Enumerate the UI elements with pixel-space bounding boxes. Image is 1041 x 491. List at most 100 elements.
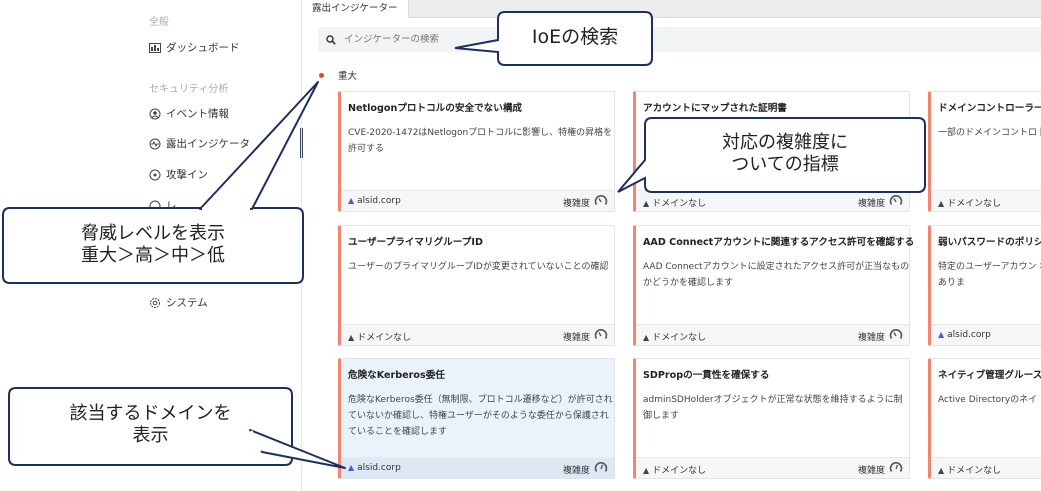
sidebar-item-label: レ	[166, 200, 177, 212]
sidebar-item-label: イベント情報	[166, 108, 229, 120]
card-description: CVE-2020-1472はNetlogonプロトコルに影響し、特権の昇格を許可…	[348, 128, 613, 154]
indicator-card[interactable]: 危険なKerberos委任危険なKerberos委任（無制限、プロトコル遷移など…	[338, 358, 615, 479]
tab-ioe[interactable]: 露出インジケーター	[302, 0, 409, 18]
sidebar-item-label: 露出インジケータ	[166, 138, 250, 150]
sidebar-item-label: ダッシュボード	[166, 42, 240, 54]
card-domain: ▲ ドメインなし	[938, 463, 1001, 476]
card-domain-label: ドメインなし	[652, 199, 707, 209]
search-box[interactable]	[318, 27, 1041, 52]
card-footer: ▲ ドメインなし 複雑度	[636, 190, 909, 211]
indicator-card[interactable]: ユーザープライマリグループID ユーザーのプライマリグループIDが変更されていない…	[338, 225, 615, 346]
card-complexity-label: 複雑度	[562, 199, 590, 209]
card-description: adminSDHolderオブジェクトが正常な状態を維持するように制御します	[643, 395, 903, 421]
callout-domain-line1: 該当するドメインを	[69, 403, 232, 424]
domain-triangle-icon: ▲	[643, 466, 650, 475]
domain-triangle-icon: ▲	[348, 333, 355, 342]
card-domain-label: ドメインなし	[947, 199, 1002, 209]
pulse-icon	[149, 138, 161, 150]
card-domain-label: ドメインなし	[357, 333, 412, 343]
sidebar-item-label: 攻撃イン	[166, 169, 208, 181]
domain-triangle-icon: ▲	[938, 330, 945, 339]
domain-triangle-icon: ▲	[348, 196, 355, 205]
sidebar-item-dashboard[interactable]: ダッシュボード	[149, 40, 240, 55]
card-footer: ▲ ドメインなし	[931, 457, 1041, 478]
card-footer: ▲ alsid.corp 複雑度	[341, 190, 614, 211]
tab-bar: 露出インジケーター	[302, 0, 1041, 18]
sidebar-item-system[interactable]: システム	[149, 295, 208, 310]
indicator-card[interactable]: ネイティブ管理グルース Active Directoryのネイ ト ▲ ドメインなし	[928, 358, 1041, 479]
dashboard-icon	[149, 42, 161, 54]
indicator-card[interactable]: SDPropの一貫性を確保する adminSDHolderオブジェクトが正常な状態…	[633, 358, 910, 479]
target-icon	[149, 169, 161, 181]
card-description: 危険なKerberos委任（無制限、プロトコル遷移など）が許可されていないか確認…	[348, 395, 613, 437]
sidebar-item-fourth[interactable]: レ	[149, 198, 177, 213]
app-root: 全般 ダッシュボード セキュリティ分析 イベント情報 露出インジケータ 攻撃イン	[0, 0, 1041, 491]
complexity-gauge-icon	[594, 195, 608, 205]
card-title: ドメインコントローラー	[938, 103, 1041, 114]
card-description: AAD Connectアカウントに設定されたアクセス許可が正当なものかどうかを確…	[643, 262, 910, 288]
card-description: Active Directoryのネイ ト	[938, 395, 1041, 405]
callout-threat-text: 脅威レベルを表示 重大＞高＞中＞低	[3, 223, 303, 267]
domain-triangle-icon: ▲	[938, 466, 945, 475]
sidebar-section-general: 全般	[149, 17, 169, 28]
card-domain: ▲ ドメインなし	[348, 330, 411, 343]
card-title: Netlogonプロトコルの安全でない構成	[348, 103, 523, 114]
callout-search-text: IoEの検索	[531, 26, 619, 48]
card-complexity-label: 複雑度	[857, 333, 885, 343]
card-footer: ▲ ドメインなし 複雑度	[636, 324, 909, 345]
card-description: 特定のユーザーアカウン ポリシーは、十分に強 つながる可能性がありま	[938, 262, 1041, 288]
card-domain: ▲ alsid.corp	[348, 463, 401, 473]
card-title: 危険なKerberos委任	[348, 370, 445, 381]
complexity-gauge-icon	[594, 329, 608, 339]
indicator-card[interactable]: 弱いパスワードのポリシ特定のユーザーアカウン ポリシーは、十分に強 つながる可能…	[928, 225, 1041, 346]
indicator-card[interactable]: Netlogonプロトコルの安全でない構成 CVE-2020-1472はNetlo…	[338, 91, 615, 212]
callout-complexity-text: 対応の複雑度に ついての指標	[645, 132, 925, 176]
topology-icon	[149, 200, 161, 212]
complexity-gauge-icon	[889, 329, 903, 339]
callout-complexity-line1: 対応の複雑度に	[722, 132, 848, 153]
card-domain-label: ドメインなし	[947, 466, 1002, 476]
card-domain: ▲ ドメインなし	[938, 196, 1001, 209]
search-icon	[326, 34, 336, 45]
sidebar-section-security: セキュリティ分析	[149, 84, 229, 95]
card-title: 弱いパスワードのポリシ	[938, 237, 1041, 248]
card-complexity-label: 複雑度	[562, 333, 590, 343]
card-complexity-label: 複雑度	[857, 199, 885, 209]
domain-triangle-icon: ▲	[643, 333, 650, 342]
callout-complexity-line2: ついての指標	[731, 154, 839, 175]
sidebar-item-events[interactable]: イベント情報	[149, 106, 229, 121]
card-domain-label: alsid.corp	[357, 196, 401, 206]
card-title: ユーザープライマリグループID	[348, 237, 483, 248]
card-title: ネイティブ管理グルース	[938, 370, 1041, 381]
card-footer: ▲ alsid.corp	[931, 324, 1041, 345]
sidebar-item-attack[interactable]: 攻撃イン	[149, 167, 208, 182]
callout-threat-line2: 重大＞高＞中＞低	[81, 245, 225, 266]
complexity-gauge-icon	[594, 462, 608, 472]
card-footer: ▲ ドメインなし 複雑度	[341, 324, 614, 345]
indicator-card[interactable]: AAD Connectアカウントに関連するアクセス許可を確認する AAD Conn…	[633, 225, 914, 346]
gear-icon	[149, 297, 161, 309]
indicator-card[interactable]: ドメインコントローラー一部のドメインコントロ 因で非管理ユーザーによ ▲ドメインな…	[928, 91, 1041, 212]
sidebar-item-ioe[interactable]: 露出インジケータ	[149, 136, 250, 151]
card-complexity-label: 複雑度	[562, 466, 590, 476]
card-domain-label: ドメインなし	[652, 466, 707, 476]
event-icon	[149, 108, 161, 120]
card-domain: ▲ alsid.corp	[348, 196, 401, 206]
complexity-gauge-icon	[889, 195, 903, 205]
card-description: ユーザーのプライマリグループIDが変更されていないことの確認	[348, 262, 609, 272]
complexity-gauge-icon	[889, 462, 903, 472]
card-title: アカウントにマップされた証明書	[643, 103, 787, 114]
card-domain-label: alsid.corp	[947, 330, 991, 340]
domain-triangle-icon: ▲	[938, 199, 945, 208]
card-title: AAD Connectアカウントに関連するアクセス許可を確認する	[643, 237, 915, 248]
card-title: SDPropの一貫性を確保する	[643, 370, 770, 381]
callout-threat-line1: 脅威レベルを表示	[81, 223, 225, 244]
card-footer: ▲ ドメインなし 複雑度	[636, 457, 909, 478]
card-domain-label: ドメインなし	[652, 333, 707, 343]
severity-header: 重大	[319, 68, 357, 82]
callout-domain-text: 該当するドメインを 表示	[9, 403, 292, 447]
card-footer: ▲ ドメインなし	[931, 190, 1041, 211]
domain-triangle-icon: ▲	[348, 463, 355, 472]
card-description: 一部のドメインコントロ 因で非管理ユーザーによ	[938, 128, 1041, 138]
sidebar-item-label: システム	[166, 297, 208, 309]
